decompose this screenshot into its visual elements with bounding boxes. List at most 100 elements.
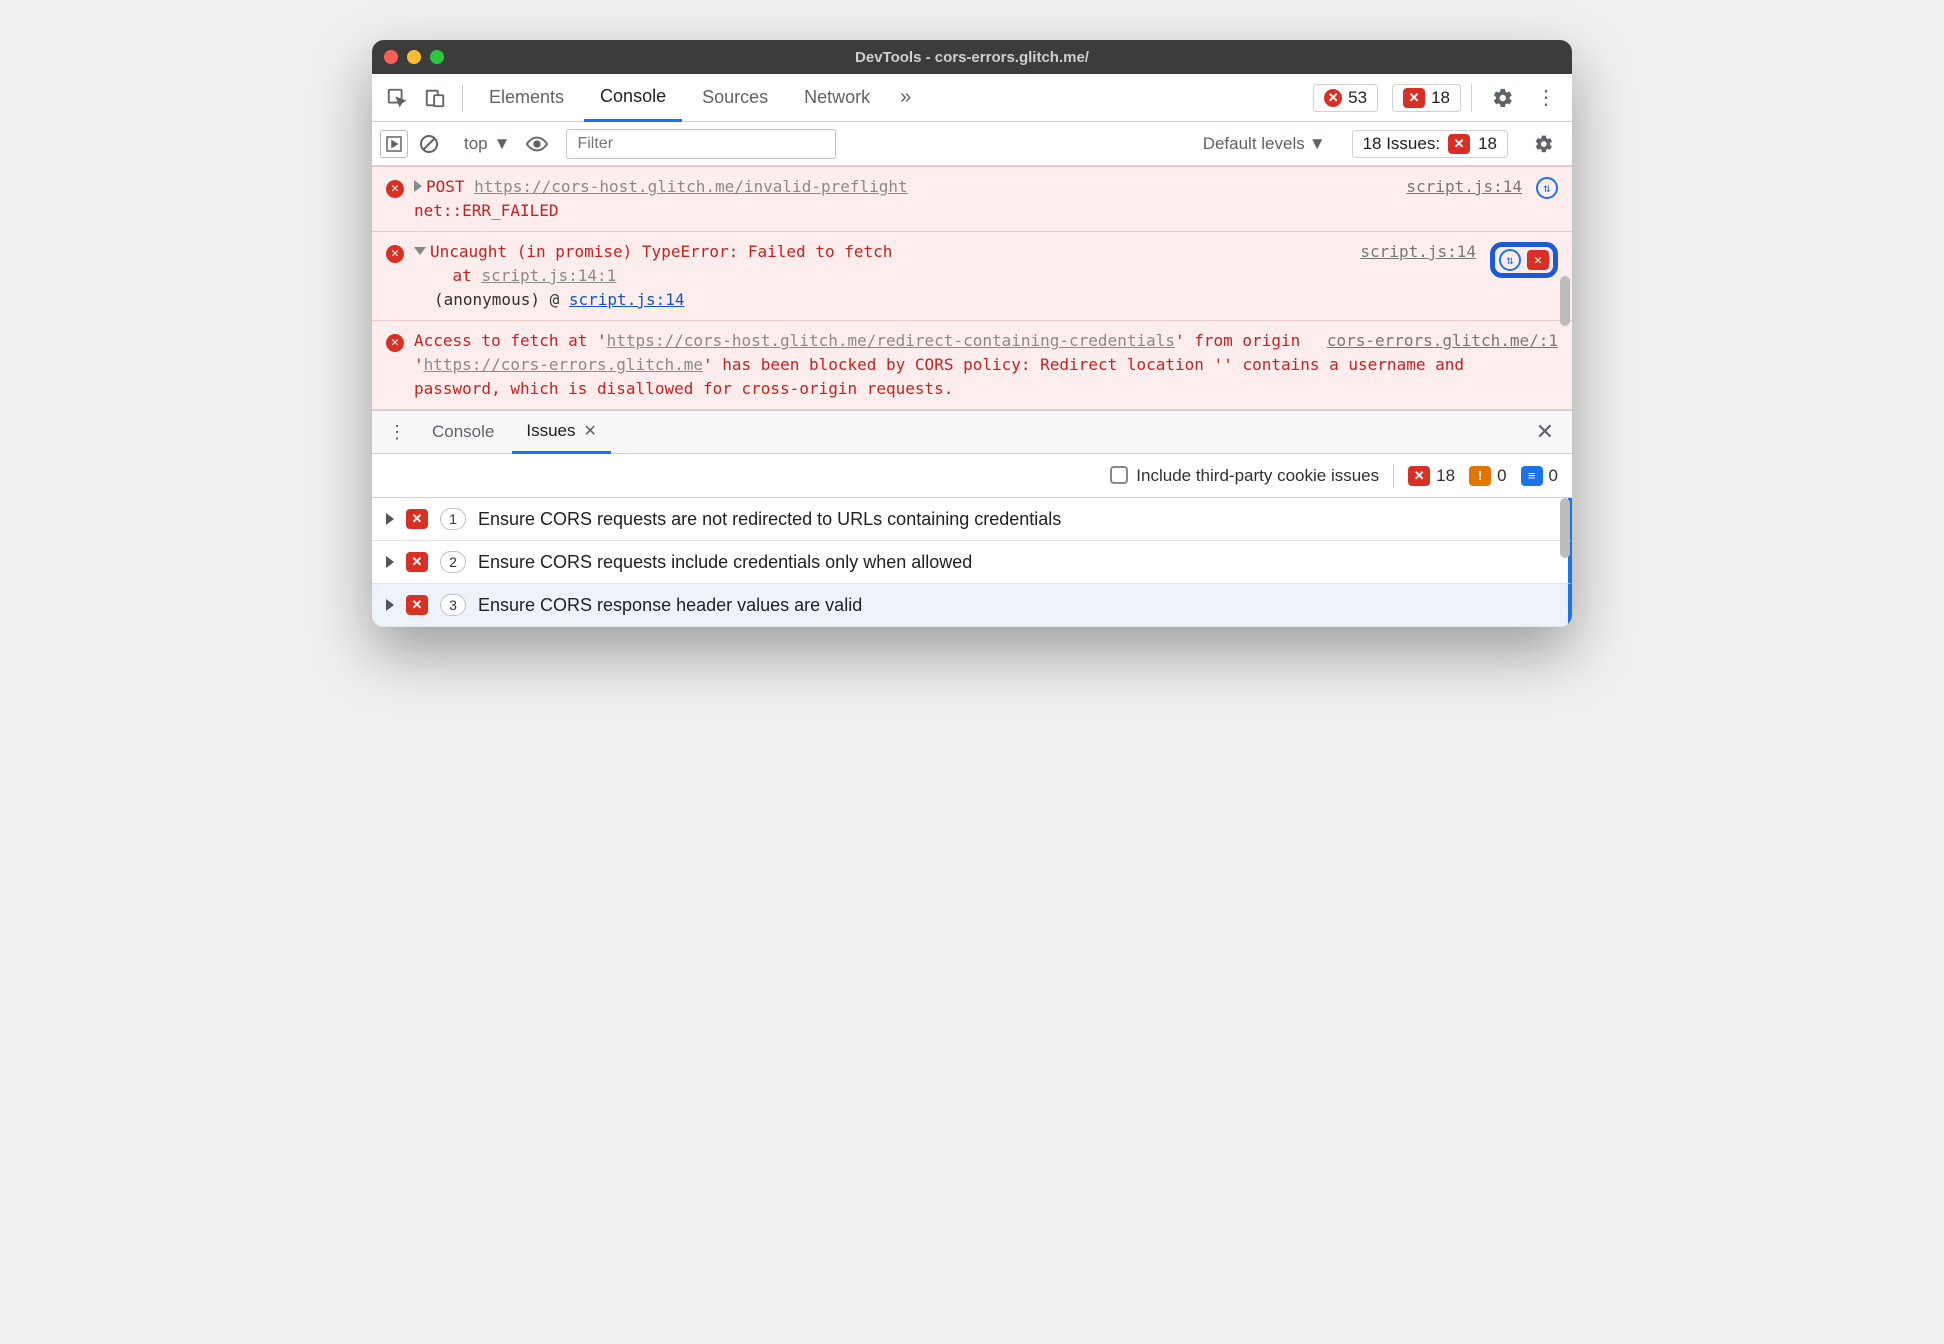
window-controls bbox=[384, 50, 444, 64]
clear-console-icon[interactable] bbox=[416, 131, 442, 157]
request-method: POST bbox=[426, 177, 465, 196]
toggle-sidebar-icon[interactable] bbox=[380, 130, 408, 158]
close-tab-icon[interactable]: ✕ bbox=[584, 421, 597, 441]
minimize-window-button[interactable] bbox=[407, 50, 421, 64]
tab-elements[interactable]: Elements bbox=[473, 74, 580, 122]
issue-warn-count[interactable]: ! 0 bbox=[1469, 466, 1506, 486]
count-value: 0 bbox=[1497, 466, 1506, 486]
chevron-down-icon: ▼ bbox=[1309, 134, 1326, 154]
cors-url-2[interactable]: https://cors-errors.glitch.me bbox=[424, 355, 703, 374]
cors-text-pre: Access to fetch at ' bbox=[414, 331, 607, 350]
source-link[interactable]: script.js:14 bbox=[1406, 175, 1526, 223]
issue-icon: ✕ bbox=[1403, 88, 1425, 108]
tab-sources[interactable]: Sources bbox=[686, 74, 784, 122]
issues-pill-count: 18 bbox=[1478, 134, 1497, 154]
source-link[interactable]: script.js:14 bbox=[1360, 240, 1480, 312]
issue-row[interactable]: ✕ 3 Ensure CORS response header values a… bbox=[372, 584, 1572, 627]
cors-url-1a[interactable]: https://cors-host.glitch.me/redi bbox=[607, 331, 915, 350]
checkbox-icon bbox=[1110, 466, 1128, 484]
error-count-badge[interactable]: ✕ 53 bbox=[1313, 84, 1378, 112]
titlebar: DevTools - cors-errors.glitch.me/ bbox=[372, 40, 1572, 74]
issue-badge-icon[interactable]: ✕ bbox=[1527, 250, 1549, 270]
issue-title: Ensure CORS response header values are v… bbox=[478, 595, 862, 616]
issue-icon: ✕ bbox=[406, 552, 428, 572]
drawer-tab-bar: ⋮ Console Issues ✕ ✕ bbox=[372, 410, 1572, 454]
more-tabs-button[interactable]: » bbox=[890, 86, 921, 109]
warning-icon: ! bbox=[1469, 466, 1491, 486]
issue-row[interactable]: ✕ 1 Ensure CORS requests are not redirec… bbox=[372, 498, 1572, 541]
issue-row[interactable]: ✕ 2 Ensure CORS requests include credent… bbox=[372, 541, 1572, 584]
issue-icon: ✕ bbox=[1408, 466, 1430, 486]
issue-icon: ✕ bbox=[406, 509, 428, 529]
issue-count-pill: 2 bbox=[440, 551, 466, 573]
source-link[interactable]: cors-errors.glitch.me/:1 bbox=[1317, 329, 1558, 353]
context-selector[interactable]: top ▼ bbox=[458, 134, 516, 154]
expand-triangle-icon[interactable] bbox=[414, 180, 422, 192]
console-error-row[interactable]: ✕ cors-errors.glitch.me/:1 Access to fet… bbox=[372, 321, 1572, 410]
drawer-kebab-icon[interactable]: ⋮ bbox=[380, 422, 414, 443]
expand-triangle-icon[interactable] bbox=[386, 556, 394, 568]
settings-gear-icon[interactable] bbox=[1482, 87, 1524, 109]
divider bbox=[462, 84, 463, 112]
third-party-checkbox[interactable]: Include third-party cookie issues bbox=[1110, 466, 1379, 486]
log-levels-selector[interactable]: Default levels ▼ bbox=[1193, 134, 1336, 154]
divider bbox=[1393, 464, 1394, 488]
stack-at: at bbox=[453, 266, 482, 285]
issue-icon: ✕ bbox=[1448, 134, 1470, 154]
count-value: 18 bbox=[1436, 466, 1455, 486]
close-window-button[interactable] bbox=[384, 50, 398, 64]
live-expression-icon[interactable] bbox=[524, 131, 550, 157]
inspect-element-icon[interactable] bbox=[380, 81, 414, 115]
request-url[interactable]: https://cors-host.glitch.me/invalid-pref… bbox=[474, 177, 907, 196]
error-icon: ✕ bbox=[386, 245, 404, 263]
error-icon: ✕ bbox=[1324, 89, 1342, 107]
cors-url-1b[interactable]: rect-containing-credentials bbox=[915, 331, 1175, 350]
console-messages: ✕ POST https://cors-host.glitch.me/inval… bbox=[372, 166, 1572, 410]
network-badge-icon[interactable]: ⇅ bbox=[1536, 177, 1558, 199]
console-settings-gear-icon[interactable] bbox=[1524, 134, 1564, 154]
error-count: 53 bbox=[1348, 88, 1367, 108]
error-icon: ✕ bbox=[386, 334, 404, 352]
issue-info-count[interactable]: ≡ 0 bbox=[1521, 466, 1558, 486]
issues-summary-button[interactable]: 18 Issues: ✕ 18 bbox=[1352, 130, 1508, 158]
main-tab-bar: Elements Console Sources Network » ✕ 53 … bbox=[372, 74, 1572, 122]
expand-triangle-icon[interactable] bbox=[386, 599, 394, 611]
console-error-row[interactable]: ✕ Uncaught (in promise) TypeError: Faile… bbox=[372, 232, 1572, 321]
window-title: DevTools - cors-errors.glitch.me/ bbox=[372, 49, 1572, 66]
tab-console[interactable]: Console bbox=[584, 74, 682, 122]
error-icon: ✕ bbox=[386, 180, 404, 198]
count-value: 0 bbox=[1549, 466, 1558, 486]
issue-title: Ensure CORS requests include credentials… bbox=[478, 552, 972, 573]
console-error-row[interactable]: ✕ POST https://cors-host.glitch.me/inval… bbox=[372, 166, 1572, 232]
issues-count: 18 bbox=[1431, 88, 1450, 108]
kebab-menu-icon[interactable]: ⋮ bbox=[1528, 85, 1564, 110]
issue-count-pill: 3 bbox=[440, 594, 466, 616]
device-toolbar-icon[interactable] bbox=[418, 81, 452, 115]
issues-label: 18 Issues: bbox=[1363, 134, 1441, 154]
drawer-tab-issues[interactable]: Issues ✕ bbox=[512, 410, 611, 454]
scrollbar[interactable] bbox=[1560, 276, 1570, 326]
issues-count-badge[interactable]: ✕ 18 bbox=[1392, 84, 1461, 112]
filter-input[interactable] bbox=[566, 129, 836, 159]
stack-func: (anonymous) bbox=[434, 290, 540, 309]
divider bbox=[1471, 84, 1472, 112]
scrollbar[interactable] bbox=[1560, 498, 1570, 558]
stack-source-link[interactable]: script.js:14 bbox=[569, 290, 685, 309]
callout-highlight: ⇅ ✕ bbox=[1490, 242, 1558, 278]
network-badge-icon[interactable]: ⇅ bbox=[1499, 249, 1521, 271]
issue-error-count[interactable]: ✕ 18 bbox=[1408, 466, 1455, 486]
issue-title: Ensure CORS requests are not redirected … bbox=[478, 509, 1061, 530]
tab-network[interactable]: Network bbox=[788, 74, 886, 122]
issue-count-pill: 1 bbox=[440, 508, 466, 530]
expand-triangle-icon[interactable] bbox=[386, 513, 394, 525]
levels-label: Default levels bbox=[1203, 134, 1305, 154]
info-icon: ≡ bbox=[1521, 466, 1543, 486]
stack-link[interactable]: script.js:14:1 bbox=[481, 266, 616, 285]
context-label: top bbox=[464, 134, 488, 154]
drawer-tab-console[interactable]: Console bbox=[418, 410, 508, 454]
maximize-window-button[interactable] bbox=[430, 50, 444, 64]
collapse-triangle-icon[interactable] bbox=[414, 247, 426, 255]
devtools-window: DevTools - cors-errors.glitch.me/ Elemen… bbox=[372, 40, 1572, 627]
error-code: net::ERR_FAILED bbox=[414, 201, 559, 220]
drawer-close-icon[interactable]: ✕ bbox=[1526, 419, 1564, 445]
